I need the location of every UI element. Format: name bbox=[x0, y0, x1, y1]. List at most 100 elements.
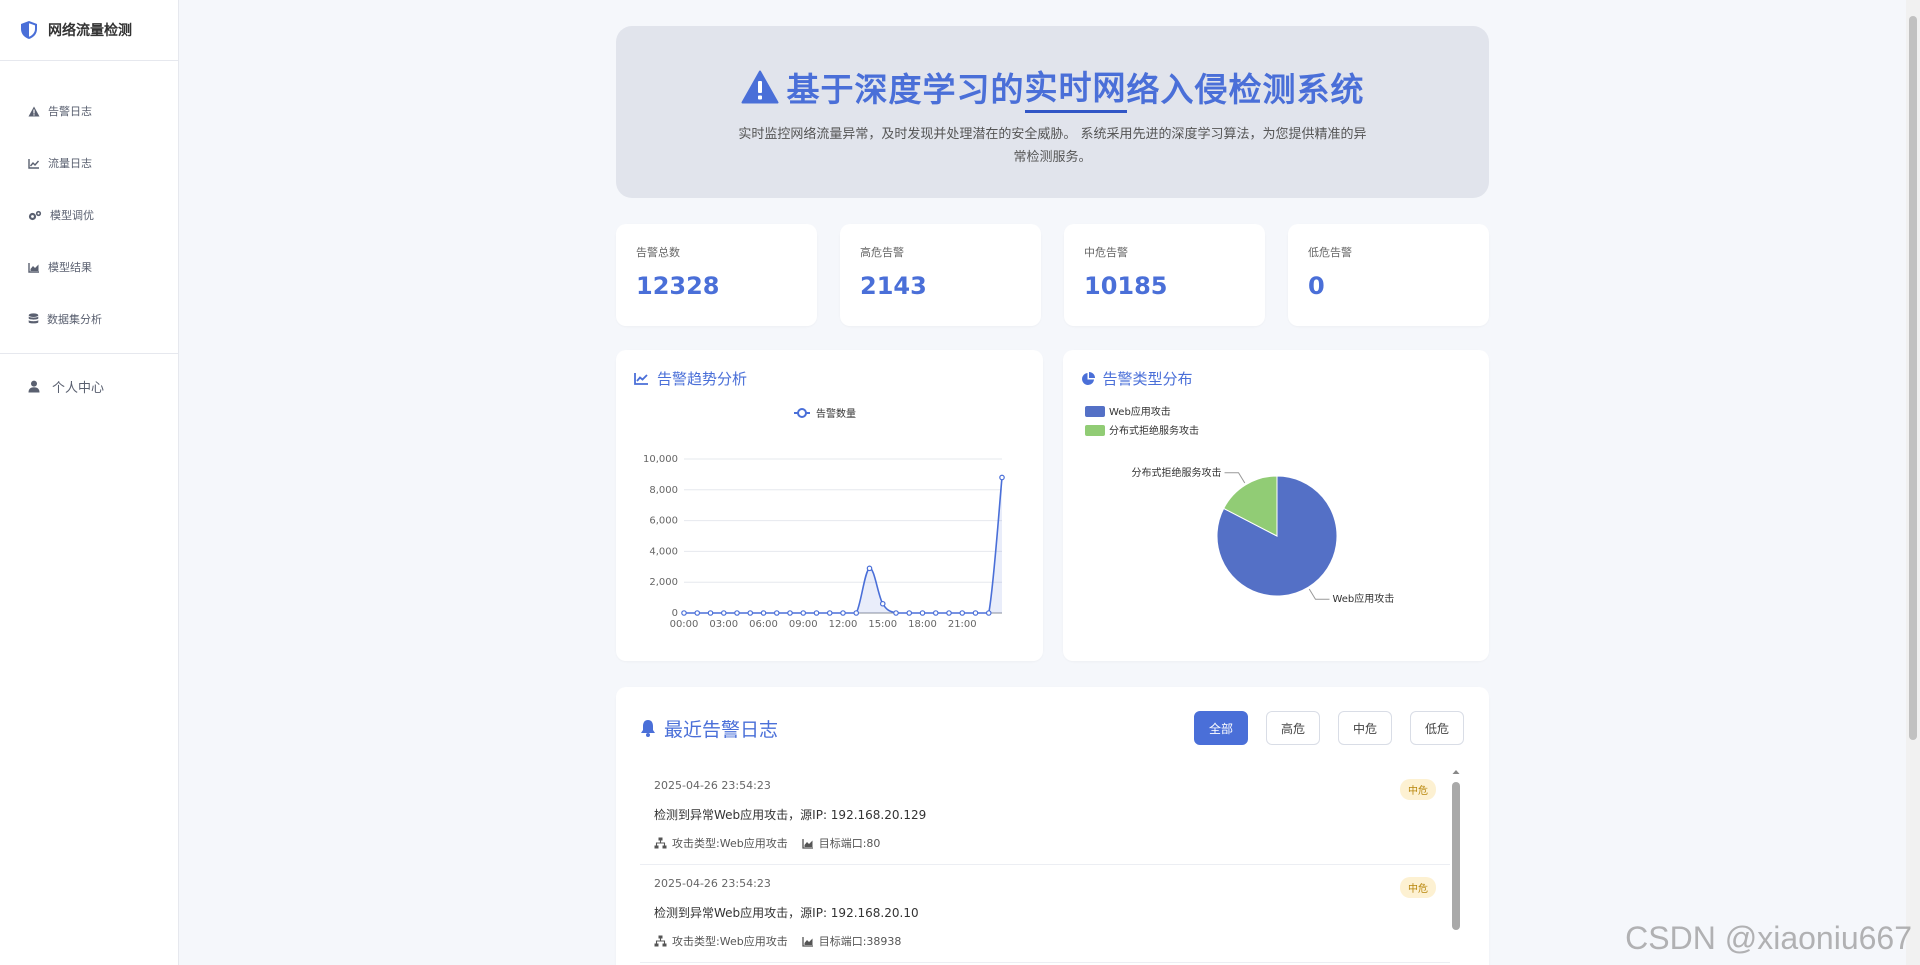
database-icon bbox=[28, 313, 39, 324]
data-point bbox=[972, 610, 979, 616]
sidebar-item-label: 模型结果 bbox=[48, 261, 92, 274]
log-message: 检测到异常Web应用攻击，源IP: 192.168.20.129 bbox=[654, 808, 927, 822]
target-port: 目标端口: 38938 bbox=[802, 933, 902, 949]
brand[interactable]: 网络流量检测 bbox=[0, 0, 178, 61]
data-point bbox=[760, 610, 767, 616]
sidebar-item-label: 数据集分析 bbox=[47, 313, 102, 326]
sidebar-item-traffic-log[interactable]: 流量日志 bbox=[0, 137, 178, 189]
sidebar-item-alert-log[interactable]: 告警日志 bbox=[0, 85, 178, 137]
trend-line-chart[interactable]: 告警数量 0 2,000 4,000 6,000 8,000 10,000 00:00 03:0… bbox=[634, 398, 1025, 648]
log-list-scroll-thumb[interactable] bbox=[1452, 782, 1460, 930]
target-port-label: 目标端口: bbox=[818, 935, 867, 948]
x-tick-label: 09:00 bbox=[789, 619, 818, 630]
stat-label: 低危告警 bbox=[1308, 246, 1352, 259]
level-filters: 全部 高危 中危 低危 bbox=[1194, 711, 1464, 745]
line-chart-icon bbox=[28, 158, 40, 169]
severity-badge: 中危 bbox=[1400, 877, 1436, 898]
stat-label: 告警总数 bbox=[636, 246, 680, 259]
logs-header: 最近告警日志 全部 高危 中危 低危 bbox=[640, 711, 1465, 745]
trend-chart-title: 告警趋势分析 bbox=[634, 368, 1025, 389]
y-tick-label: 0 bbox=[672, 608, 678, 619]
pie-label-line bbox=[1308, 588, 1329, 600]
list-item[interactable]: 2025-04-26 23:54:23 检测到异常Web应用攻击，源IP: 19… bbox=[640, 865, 1450, 963]
y-tick-label: 8,000 bbox=[649, 485, 678, 496]
sidebar-item-label: 告警日志 bbox=[48, 105, 92, 118]
y-tick-label: 2,000 bbox=[649, 577, 678, 588]
stat-label: 高危告警 bbox=[860, 246, 904, 259]
hero-description: 实时监控网络流量异常，及时发现并处理潜在的安全威胁。 系统采用先进的深度学习算法… bbox=[738, 127, 1367, 165]
stat-value: 0 bbox=[1308, 272, 1325, 300]
data-point bbox=[906, 610, 913, 616]
stat-value: 2143 bbox=[860, 272, 927, 300]
title-part-2: 实时网 bbox=[1024, 61, 1127, 113]
stat-value: 12328 bbox=[636, 272, 720, 300]
data-point bbox=[853, 610, 860, 616]
title-part-3: 络入侵检测系统 bbox=[1126, 70, 1365, 109]
log-list-scrollbar[interactable] bbox=[1451, 768, 1461, 965]
page-scrollbar[interactable] bbox=[1906, 0, 1920, 965]
target-port-value: 80 bbox=[866, 836, 881, 850]
type-pie-chart[interactable]: Web应用攻击分布式拒绝服务攻击Web应用攻击分布式拒绝服务攻击 bbox=[1081, 398, 1472, 648]
watermark: CSDN @xiaoniu667 bbox=[1625, 920, 1912, 956]
list-item[interactable]: 2025-04-26 23:54:23 检测到异常Web应用攻击，源IP: 19… bbox=[640, 767, 1450, 865]
data-point bbox=[694, 610, 701, 616]
data-point bbox=[919, 610, 926, 616]
data-point bbox=[959, 610, 966, 616]
data-point bbox=[893, 610, 899, 616]
data-point bbox=[747, 610, 754, 616]
data-point bbox=[826, 610, 833, 616]
sidebar-item-model-results[interactable]: 模型结果 bbox=[0, 241, 178, 293]
x-tick-label: 12:00 bbox=[829, 619, 858, 630]
warning-icon bbox=[28, 106, 40, 116]
stat-card-total: 告警总数 12328 bbox=[616, 224, 817, 326]
data-point bbox=[800, 610, 807, 616]
data-point bbox=[681, 610, 687, 616]
log-time: 2025-04-26 23:54:23 bbox=[654, 877, 771, 890]
series-line bbox=[684, 477, 1003, 614]
log-message: 检测到异常Web应用攻击，源IP: 192.168.20.10 bbox=[654, 906, 919, 920]
pie-slice-label: 分布式拒绝服务攻击 bbox=[1131, 466, 1221, 479]
sidebar-item-dataset-analysis[interactable]: 数据集分析 bbox=[0, 293, 178, 345]
filter-high-button[interactable]: 高危 bbox=[1266, 711, 1320, 745]
main-content: 基于深度学习的 实时网 络入侵检测系统 实时监控网络流量异常，及时发现并处理潜在的安… bbox=[616, 26, 1489, 965]
user-icon bbox=[28, 380, 40, 392]
data-point bbox=[932, 610, 939, 616]
stat-card-high: 高危告警 2143 bbox=[840, 224, 1041, 326]
y-tick-label: 6,000 bbox=[649, 516, 678, 527]
attack-type-value: Web应用攻击 bbox=[719, 837, 788, 850]
charts-row: 告警趋势分析 告警数量 0 2,000 4,000 6,000 8,000 10,000 00… bbox=[616, 350, 1489, 661]
sitemap-icon bbox=[654, 837, 667, 849]
page-scroll-thumb[interactable] bbox=[1909, 16, 1917, 740]
stats-row: 告警总数 12328 高危告警 2143 中危告警 10185 低危告警 0 bbox=[616, 224, 1489, 326]
series-area bbox=[684, 477, 1002, 613]
target-port-value: 38938 bbox=[866, 934, 902, 948]
x-tick-label: 21:00 bbox=[948, 619, 977, 630]
sidebar: 网络流量检测 告警日志 流量日志 模型调优 模型结果 数据集分析 个人中心 bbox=[0, 0, 179, 965]
log-list: 2025-04-26 23:54:23 检测到异常Web应用攻击，源IP: 19… bbox=[640, 767, 1450, 963]
data-point bbox=[720, 610, 727, 616]
logs-title: 最近告警日志 bbox=[640, 715, 778, 742]
line-chart-icon bbox=[634, 373, 648, 385]
pie-title-text: 告警类型分布 bbox=[1102, 370, 1193, 388]
filter-all-button[interactable]: 全部 bbox=[1194, 711, 1248, 745]
filter-low-button[interactable]: 低危 bbox=[1410, 711, 1464, 745]
severity-badge: 中危 bbox=[1400, 779, 1436, 800]
attack-type: 攻击类型: Web应用攻击 bbox=[654, 933, 788, 949]
scroll-up-arrow-icon[interactable] bbox=[1451, 768, 1461, 776]
sitemap-icon bbox=[654, 935, 667, 947]
trend-title-text: 告警趋势分析 bbox=[657, 370, 748, 388]
logs-title-text: 最近告警日志 bbox=[664, 718, 779, 741]
filter-medium-button[interactable]: 中危 bbox=[1338, 711, 1392, 745]
data-point bbox=[840, 610, 846, 616]
attack-type: 攻击类型: Web应用攻击 bbox=[654, 835, 788, 851]
pie-slice-label: Web应用攻击 bbox=[1332, 592, 1394, 605]
data-point bbox=[773, 610, 780, 616]
sidebar-item-label: 模型调优 bbox=[50, 209, 94, 222]
stat-card-medium: 中危告警 10185 bbox=[1064, 224, 1265, 326]
title-part-1: 基于深度学习的 bbox=[786, 70, 1025, 109]
sidebar-item-personal-center[interactable]: 个人中心 bbox=[0, 362, 178, 410]
sidebar-item-model-tuning[interactable]: 模型调优 bbox=[0, 189, 178, 241]
sidebar-divider bbox=[0, 353, 178, 354]
brand-title: 网络流量检测 bbox=[48, 23, 132, 39]
pie-chart-card: 告警类型分布 Web应用攻击 分布式拒绝服务攻击 Web应用攻击 分布式拒绝服务攻击 bbox=[1062, 350, 1489, 661]
